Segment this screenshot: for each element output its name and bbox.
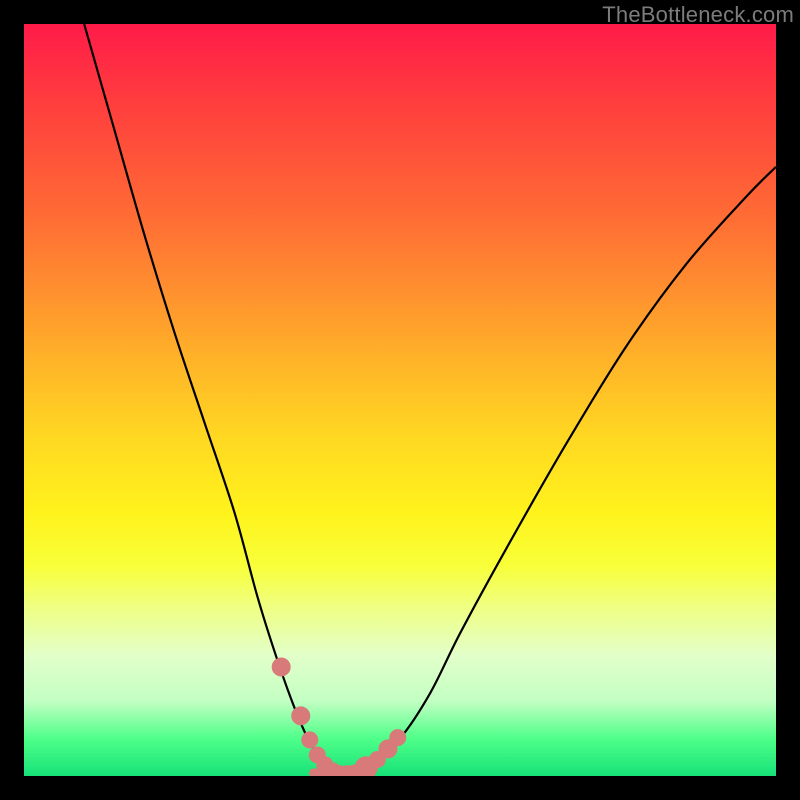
chart-svg <box>24 24 776 776</box>
bottleneck-curve <box>84 24 776 775</box>
watermark-text: TheBottleneck.com <box>602 2 794 28</box>
chart-frame: TheBottleneck.com <box>0 0 800 800</box>
data-marker <box>292 707 310 725</box>
chart-plot-area <box>24 24 776 776</box>
marker-group <box>272 658 406 776</box>
data-marker <box>390 730 406 746</box>
data-marker <box>272 658 290 676</box>
data-marker <box>302 732 318 748</box>
